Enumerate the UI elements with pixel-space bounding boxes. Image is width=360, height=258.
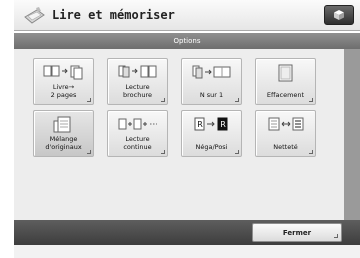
scan-and-store-icon — [24, 7, 45, 24]
option-nega-posi[interactable]: R R Néga/Posi — [181, 110, 242, 157]
mixed-originals-icon — [53, 116, 70, 133]
tile-label: N sur 1 — [199, 90, 224, 99]
side-scroll-strip — [344, 49, 360, 220]
tile-label: Lecture continue — [123, 135, 152, 151]
expand-corner-icon — [235, 150, 239, 154]
option-booklet-scan[interactable]: Lecture brochure — [107, 58, 168, 105]
expand-corner-icon — [87, 150, 91, 154]
svg-text:R: R — [220, 120, 226, 129]
book-to-two-pages-icon — [43, 65, 82, 80]
booklet-scan-icon — [118, 65, 156, 78]
title-bar: Lire et mémoriser — [14, 0, 360, 31]
option-n-on-1[interactable]: N sur 1 — [181, 58, 242, 105]
close-button-label: Fermer — [282, 229, 312, 237]
erase-frame-icon — [278, 64, 292, 82]
option-job-build[interactable]: Lecture continue — [107, 110, 168, 157]
settings-cube-button[interactable] — [324, 5, 354, 25]
window-title: Lire et mémoriser — [52, 8, 175, 22]
tile-label: Netteté — [273, 142, 298, 151]
options-header: Options — [14, 33, 360, 49]
expand-corner-icon — [87, 98, 91, 102]
tile-label: Lecture brochure — [123, 83, 152, 99]
option-book-to-2-pages[interactable]: Livre→ 2 pages — [33, 58, 94, 105]
expand-corner-icon — [161, 98, 165, 102]
footer-bar: Fermer — [14, 220, 360, 245]
expand-corner-icon — [161, 150, 165, 154]
svg-text:R: R — [197, 120, 203, 129]
screen: Lire et mémoriser Options Livre→ 2 pages — [14, 0, 360, 258]
tile-label: Néga/Posi — [195, 142, 228, 151]
sharpness-icon — [268, 117, 303, 131]
option-mixed-originals[interactable]: Mélange d'originaux — [33, 110, 94, 157]
nega-posi-icon: R R — [194, 117, 227, 131]
close-button[interactable]: Fermer — [252, 223, 342, 242]
option-erase[interactable]: Effacement — [255, 58, 316, 105]
expand-corner-icon — [309, 150, 313, 154]
expand-corner-icon — [334, 234, 338, 238]
expand-corner-icon — [309, 98, 313, 102]
expand-corner-icon — [235, 98, 239, 102]
cube-icon — [334, 10, 344, 20]
job-build-icon — [118, 118, 157, 130]
tile-label: Livre→ 2 pages — [50, 83, 77, 99]
status-strip — [14, 245, 360, 258]
tile-label: Mélange d'originaux — [45, 135, 82, 151]
tile-label: Effacement — [266, 90, 305, 99]
option-sharpness[interactable]: Netteté — [255, 110, 316, 157]
n-on-1-icon — [192, 65, 230, 79]
